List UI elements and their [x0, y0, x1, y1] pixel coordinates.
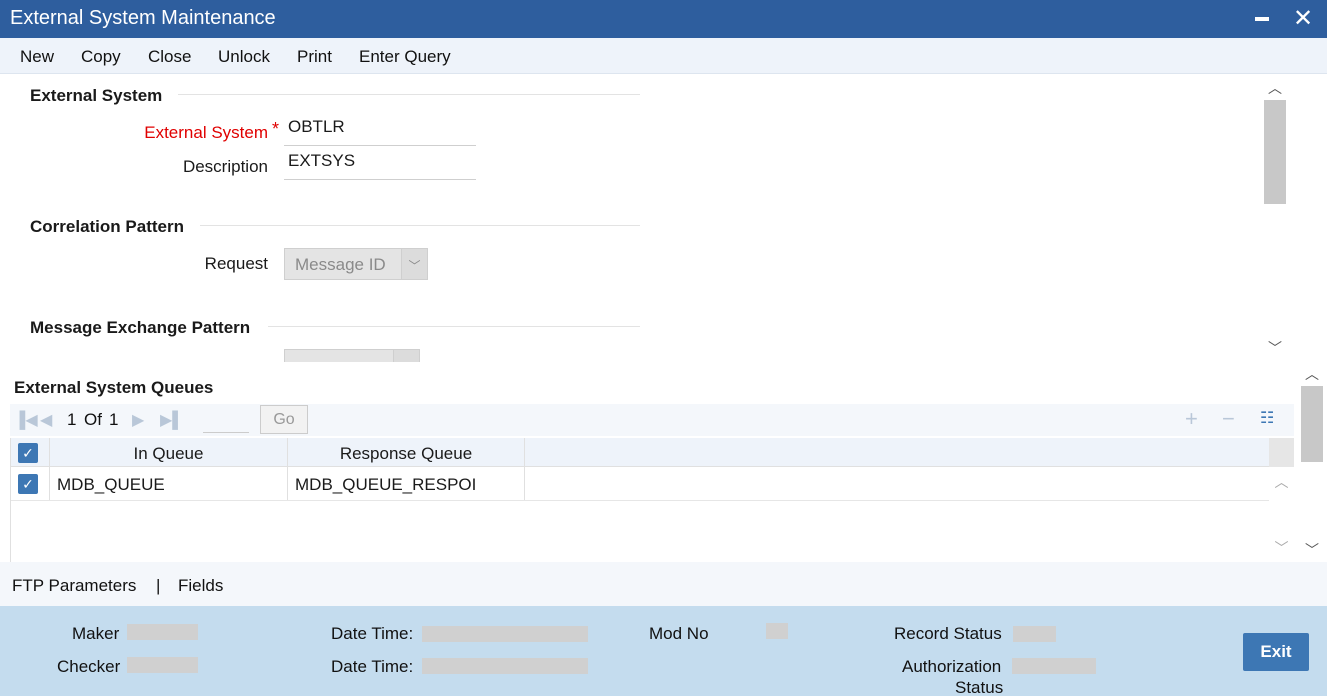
request-message-select[interactable]: [284, 349, 420, 362]
window-title: External System Maintenance: [10, 7, 276, 29]
column-header-in-queue[interactable]: In Queue: [50, 438, 288, 466]
scroll-up-icon[interactable]: ︿: [1269, 472, 1294, 492]
go-button[interactable]: Go: [260, 405, 308, 434]
section-divider: [200, 225, 640, 226]
section-title-external-system: External System: [30, 86, 163, 105]
section-divider: [268, 326, 640, 327]
scrollbar-thumb[interactable]: [1301, 386, 1323, 462]
description-label: Description: [182, 157, 268, 176]
delete-row-icon[interactable]: −: [1222, 406, 1235, 432]
audit-footer: Maker Checker Date Time: Date Time: Mod …: [0, 606, 1327, 696]
queue-pagination: ▐◀ ◀ 1 Of 1 ▶ ▶▌ Go + − ☷: [10, 404, 1294, 436]
grid-scrollbar-header: [1269, 438, 1294, 467]
chevron-down-icon[interactable]: [393, 350, 419, 362]
last-page-icon[interactable]: ▶▌: [160, 410, 184, 430]
required-marker: *: [272, 119, 280, 139]
response-queue-cell[interactable]: MDB_QUEUE_RESPOI: [288, 467, 525, 500]
page-number-input[interactable]: [203, 432, 249, 433]
single-view-icon[interactable]: ☷: [1260, 408, 1274, 428]
external-system-label: External System: [144, 123, 268, 142]
copy-button[interactable]: Copy: [81, 47, 121, 67]
authorization-status-label: Status: [955, 678, 1004, 696]
page-of: Of: [84, 410, 102, 429]
maker-value: [127, 624, 198, 640]
checker-date-time-label: Date Time:: [331, 657, 414, 676]
queues-title: External System Queues: [14, 378, 214, 397]
page-total: 1: [109, 410, 119, 429]
tab-separator: |: [156, 576, 161, 595]
request-label: Request: [204, 254, 268, 273]
chevron-down-icon[interactable]: ﹀: [401, 249, 427, 279]
checkbox-checked-icon[interactable]: ✓: [18, 474, 38, 494]
checker-label: Checker: [57, 657, 121, 676]
close-icon[interactable]: ✕: [1293, 4, 1313, 33]
sub-tabs: FTP Parameters | Fields: [0, 562, 1327, 606]
page-scrollbar[interactable]: ︿ ﹀: [1299, 362, 1325, 562]
record-status-label: Record Status: [894, 624, 1002, 643]
section-title-correlation: Correlation Pattern: [30, 217, 184, 236]
next-page-icon[interactable]: ▶: [132, 410, 144, 430]
tab-fields[interactable]: Fields: [178, 576, 223, 596]
maker-date-time-label: Date Time:: [331, 624, 414, 643]
authorization-label: Authorization: [902, 657, 1002, 676]
print-button[interactable]: Print: [297, 47, 332, 67]
in-queue-cell[interactable]: MDB_QUEUE: [50, 467, 288, 500]
checker-date-time-value: [422, 658, 588, 674]
close-button[interactable]: Close: [148, 47, 191, 67]
scroll-down-icon[interactable]: ﹀: [1269, 538, 1294, 558]
toolbar: New Copy Close Unlock Print Enter Query: [0, 38, 1327, 74]
row-select-cell: ✓: [11, 467, 50, 500]
unlock-button[interactable]: Unlock: [218, 47, 270, 67]
new-button[interactable]: New: [20, 47, 54, 67]
scrollbar-thumb[interactable]: [1264, 100, 1286, 204]
minimize-icon[interactable]: [1255, 17, 1269, 21]
grid-header: ✓ In Queue Response Queue: [11, 438, 1269, 467]
select-all-cell: ✓: [11, 438, 50, 466]
page-current: 1: [67, 410, 77, 429]
request-select-value: Message ID: [295, 255, 386, 274]
scroll-up-icon[interactable]: ︿: [1262, 78, 1288, 98]
table-row[interactable]: ✓ MDB_QUEUE MDB_QUEUE_RESPOI: [11, 467, 1269, 501]
request-select[interactable]: Message ID ﹀: [284, 248, 428, 280]
checkbox-checked-icon[interactable]: ✓: [18, 443, 38, 463]
grid-scrollbar[interactable]: ︿ ﹀: [1269, 438, 1294, 562]
tab-ftp-parameters[interactable]: FTP Parameters: [12, 576, 136, 596]
mod-no-label: Mod No: [649, 624, 709, 643]
enter-query-button[interactable]: Enter Query: [359, 47, 451, 67]
scroll-down-icon[interactable]: ﹀: [1262, 338, 1288, 358]
scroll-up-icon[interactable]: ︿: [1299, 364, 1325, 384]
checker-value: [127, 657, 198, 673]
form-scrollbar[interactable]: ︿ ﹀: [1262, 74, 1288, 362]
main-form: External System External System * OBTLR …: [0, 74, 1290, 362]
maker-label: Maker: [72, 624, 120, 643]
section-title-message-exchange: Message Exchange Pattern: [30, 318, 251, 337]
authorization-status-value: [1012, 658, 1096, 674]
queue-grid: ✓ In Queue Response Queue ✓ MDB_QUEUE MD…: [10, 438, 1294, 562]
column-header-response-queue[interactable]: Response Queue: [288, 438, 525, 466]
exit-button[interactable]: Exit: [1243, 633, 1309, 671]
add-row-icon[interactable]: +: [1185, 406, 1198, 432]
first-page-icon[interactable]: ▐◀: [14, 410, 38, 430]
section-divider: [178, 94, 640, 95]
previous-page-icon[interactable]: ◀: [40, 410, 52, 430]
clipped-label: [128, 356, 268, 362]
record-status-value: [1013, 626, 1056, 642]
external-system-field[interactable]: OBTLR: [284, 112, 476, 146]
maker-date-time-value: [422, 626, 588, 642]
description-field[interactable]: EXTSYS: [284, 146, 476, 180]
mod-no-value: [766, 623, 788, 639]
scroll-down-icon[interactable]: ﹀: [1299, 540, 1325, 560]
title-bar: External System Maintenance ✕: [0, 0, 1327, 38]
